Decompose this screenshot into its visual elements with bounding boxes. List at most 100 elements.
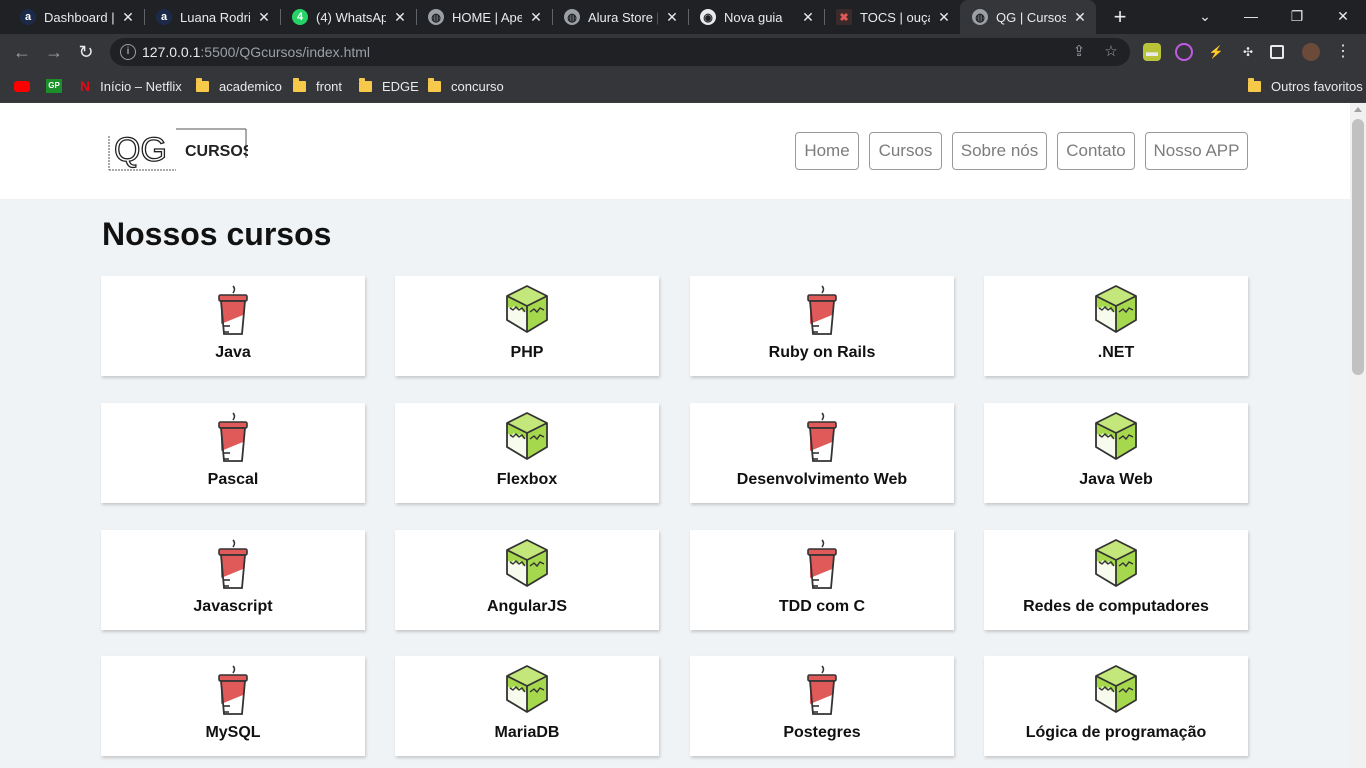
forward-icon[interactable]: → [42,40,66,64]
course-card[interactable]: MySQL [101,656,365,756]
bookmark-academico[interactable]: academico [196,77,282,95]
site-info-icon[interactable]: i [120,44,136,60]
course-name: AngularJS [486,598,567,615]
whatsapp-icon: 4 [292,9,308,25]
share-icon[interactable]: ⇪ [1070,43,1088,61]
coffee-cup-icon [211,284,255,336]
cube-icon [1094,411,1138,463]
close-window-button[interactable]: ✕ [1320,0,1366,34]
bookmark-label: concurso [451,78,504,94]
course-card[interactable]: Flexbox [395,403,659,503]
globe-icon: ◍ [972,9,988,25]
course-card[interactable]: Java Web [984,403,1248,503]
site-logo[interactable]: QG CURSOS [108,128,254,172]
course-card[interactable]: Lógica de programação [984,656,1248,756]
tab-home-apep[interactable]: ◍ HOME | Apep ✕ [416,0,552,34]
close-icon[interactable]: ✕ [120,9,136,26]
new-tab-button[interactable]: + [1108,5,1132,29]
close-icon[interactable]: ✕ [256,9,272,26]
course-card[interactable]: Ruby on Rails [690,276,954,376]
close-icon[interactable]: ✕ [800,9,816,26]
back-icon[interactable]: ← [10,40,34,64]
course-card[interactable]: MariaDB [395,656,659,756]
close-icon[interactable]: ✕ [936,9,952,26]
bookmark-netflix[interactable]: N Início – Netflix [80,77,182,95]
course-name: Lógica de programação [1025,724,1207,741]
nav-sobre-nos[interactable]: Sobre nós [952,132,1047,170]
course-card[interactable]: Desenvolvimento Web [690,403,954,503]
course-name: .NET [1097,344,1135,361]
extension-circle-icon[interactable] [1175,43,1193,61]
bookmark-front[interactable]: front [293,77,342,95]
course-name: TDD com C [778,598,866,615]
bookmark-concurso[interactable]: concurso [428,77,504,95]
tab-title: Dashboard | A [44,9,114,25]
bookmark-label: EDGE [382,78,419,94]
restore-button[interactable]: ❐ [1274,0,1320,34]
bookmark-youtube[interactable] [14,77,30,95]
tab-qg-cursos[interactable]: ◍ QG | Cursos c ✕ [960,0,1096,34]
course-name: PHP [510,344,544,361]
netflix-icon: N [80,78,91,94]
nav-home[interactable]: Home [795,132,859,170]
tab-alura-store[interactable]: ◍ Alura Store | ✕ [552,0,688,34]
tab-luana[interactable]: a Luana Rodrig ✕ [144,0,280,34]
bookmark-outros-favoritos[interactable]: Outros favoritos [1248,77,1363,95]
profile-avatar[interactable] [1302,43,1320,61]
course-card[interactable]: Java [101,276,365,376]
course-name: MariaDB [494,724,560,741]
course-name: Javascript [193,598,273,615]
close-icon[interactable]: ✕ [392,9,408,26]
extensions-puzzle-icon[interactable]: ✣ [1239,43,1257,61]
close-icon[interactable]: ✕ [664,9,680,26]
address-bar[interactable]: i 127.0.0.1:5500/QGcursos/index.html ⇪ ☆ [110,38,1130,66]
tab-whatsapp[interactable]: 4 (4) WhatsApp ✕ [280,0,416,34]
course-card[interactable]: Pascal [101,403,365,503]
tab-dashboard[interactable]: a Dashboard | A ✕ [8,0,144,34]
tab-nova-guia[interactable]: ◉ Nova guia ✕ [688,0,824,34]
menu-kebab-icon[interactable]: ⋮ [1334,43,1352,61]
course-card[interactable]: .NET [984,276,1248,376]
course-card[interactable]: PHP [395,276,659,376]
course-card[interactable]: Postegres [690,656,954,756]
scrollbar-thumb[interactable] [1352,119,1364,375]
course-card[interactable]: Redes de computadores [984,530,1248,630]
coffee-cup-icon [211,538,255,590]
reload-icon[interactable]: ↻ [74,40,98,64]
cube-icon [505,411,549,463]
bookmark-gp[interactable]: GP [46,77,62,95]
bookmark-star-icon[interactable]: ☆ [1102,43,1120,61]
alura-icon: a [156,9,172,25]
course-card[interactable]: TDD com C [690,530,954,630]
alura-icon: a [20,9,36,25]
svg-text:CURSOS: CURSOS [185,143,248,160]
coffee-cup-icon [211,411,255,463]
close-icon[interactable]: ✕ [528,9,544,26]
tab-title: QG | Cursos c [996,9,1066,25]
scroll-up-arrow[interactable] [1354,107,1362,112]
coffee-cup-icon [800,284,844,336]
chrome-icon: ◉ [700,9,716,25]
bookmark-edge[interactable]: EDGE [359,77,419,95]
url-text: 127.0.0.1:5500/QGcursos/index.html [142,44,371,60]
extension-bolt-icon[interactable]: ⚡ [1207,43,1225,61]
minimize-button[interactable]: — [1228,0,1274,34]
tab-tocs[interactable]: ✖ TOCS | ouça b ✕ [824,0,960,34]
nav-contato[interactable]: Contato [1057,132,1135,170]
page-viewport: QG CURSOS Home Cursos Sobre nós Contato … [0,103,1350,768]
cube-icon [1094,538,1138,590]
side-panel-icon[interactable] [1270,45,1284,59]
bookmark-label: Início – Netflix [100,78,182,94]
nav-cursos[interactable]: Cursos [869,132,942,170]
close-icon[interactable]: ✕ [1072,9,1088,26]
nav-nosso-app[interactable]: Nosso APP [1145,132,1248,170]
page-scrollbar[interactable] [1350,103,1366,768]
course-card[interactable]: AngularJS [395,530,659,630]
tab-search-icon[interactable]: ⌄ [1182,0,1228,34]
extension-landscape-icon[interactable]: ▬ [1143,43,1161,61]
coffee-cup-icon [800,411,844,463]
course-name: Java Web [1079,471,1153,488]
gp-icon: GP [46,79,62,93]
course-card[interactable]: Javascript [101,530,365,630]
globe-icon: ◍ [564,9,580,25]
